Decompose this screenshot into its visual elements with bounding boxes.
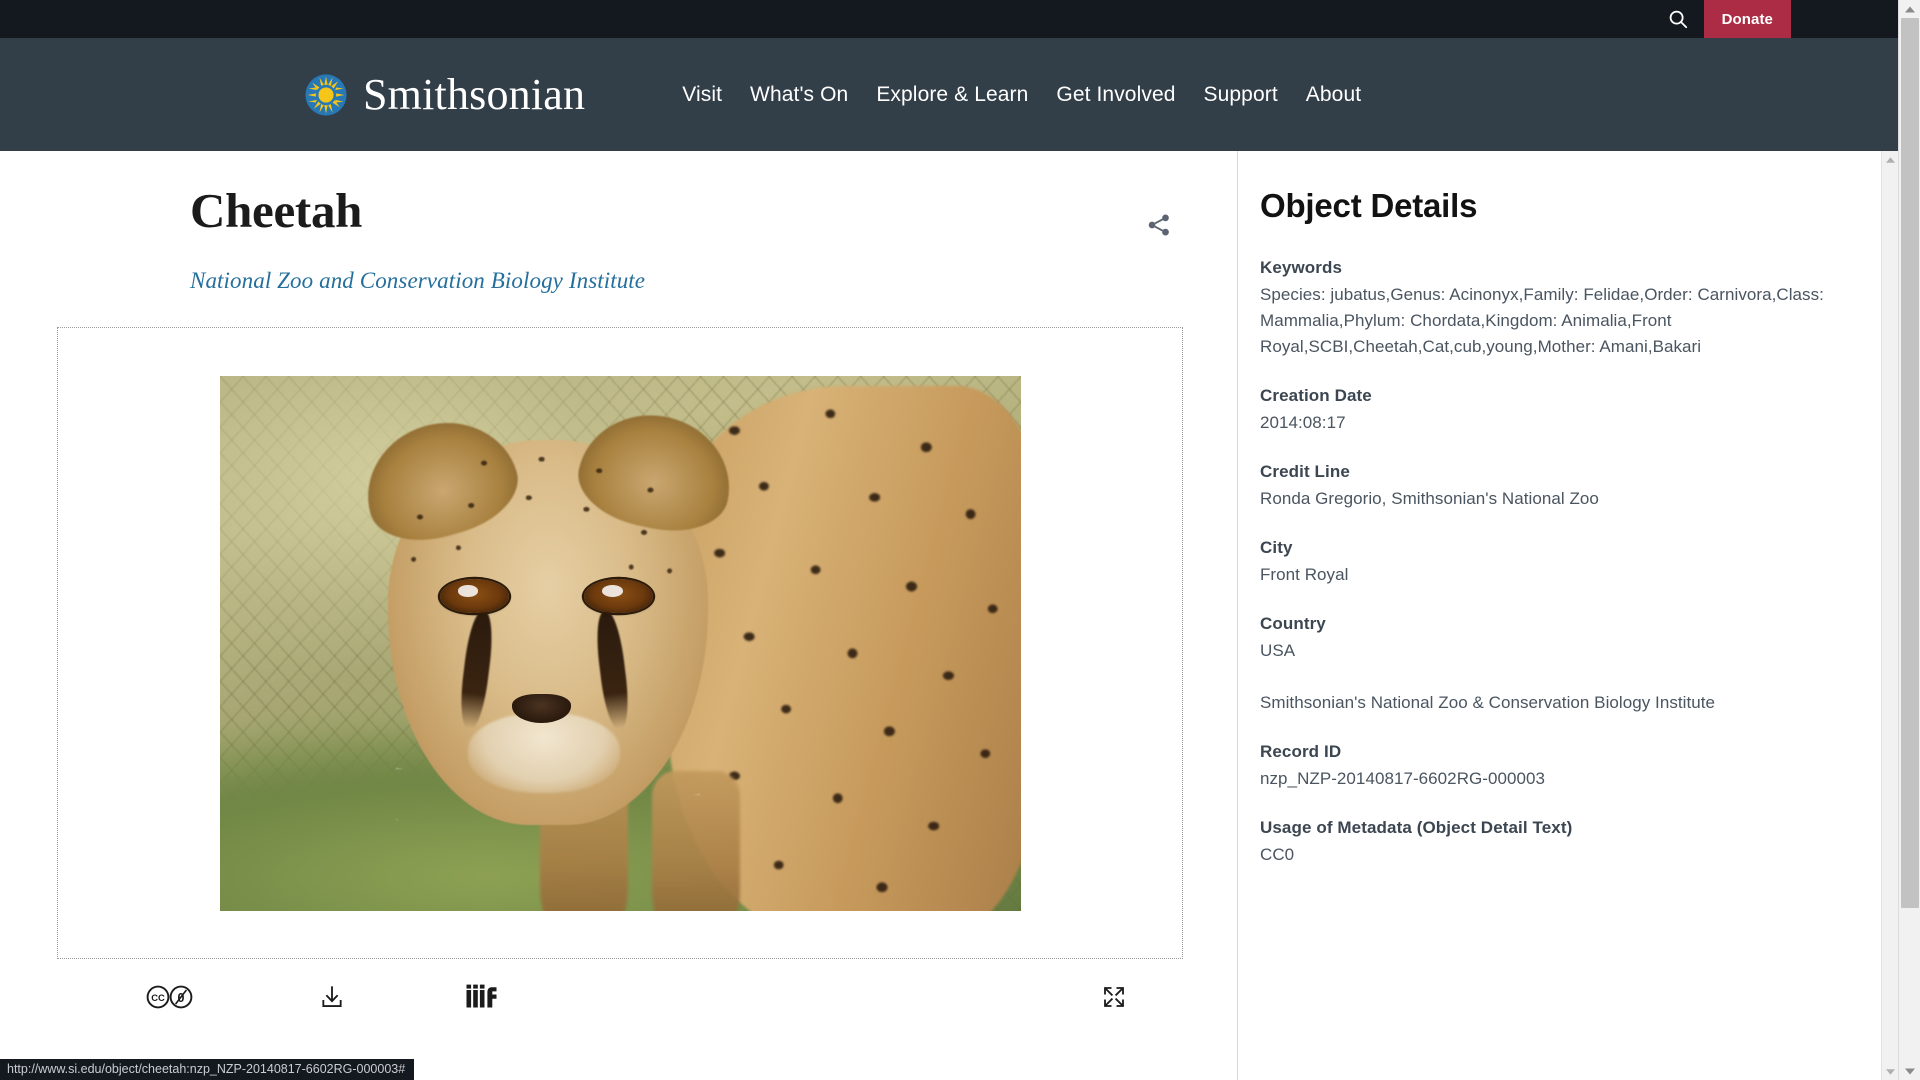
brand-wordmark: Smithsonian [363,69,586,119]
nav-item-get-involved[interactable]: Get Involved [1056,83,1175,107]
browser-status-bar: http://www.si.edu/object/cheetah:nzp_NZP… [0,1059,415,1080]
detail-field-credit-line: Credit Line Ronda Gregorio, Smithsonian'… [1260,462,1862,512]
utility-bar: Donate [0,0,1898,38]
nav-link-about[interactable]: About [1306,83,1361,106]
svg-text:CC: CC [151,992,165,1003]
detail-field-keywords: Keywords Species: jubatus,Genus: Acinony… [1260,258,1862,360]
donate-button[interactable]: Donate [1703,0,1791,38]
nav-item-whats-on[interactable]: What's On [750,83,848,107]
nav-item-support[interactable]: Support [1204,83,1278,107]
nav-item-visit[interactable]: Visit [682,83,722,107]
fullscreen-button[interactable] [1098,981,1130,1016]
browser-scrollbar-thumb[interactable] [1901,18,1919,908]
download-button[interactable] [315,980,349,1017]
object-details-panel: Object Details Keywords Species: jubatus… [1237,151,1898,1080]
detail-value: 2014:08:17 [1260,413,1346,432]
browser-scroll-down-arrow-icon[interactable] [1899,1062,1920,1080]
share-icon [1146,214,1172,241]
nav-link-whats-on[interactable]: What's On [750,83,848,106]
image-viewer[interactable] [57,327,1183,959]
smithsonian-sunburst-icon [305,73,347,116]
browser-viewport: Donate Smithsonian Visit What's On Explo… [0,0,1920,1080]
cc0-license-button[interactable]: CC 0 [142,981,198,1016]
object-collection-link[interactable]: National Zoo and Conservation Biology In… [190,268,1181,294]
title-row: Cheetah [190,151,1181,247]
page-title: Cheetah [190,183,363,238]
fullscreen-icon [1102,985,1126,1012]
detail-value: Smithsonian's National Zoo & Conservatio… [1260,693,1716,712]
detail-label: Country [1260,614,1326,633]
details-panel-title: Object Details [1260,187,1478,224]
scroll-down-arrow-icon[interactable] [1882,1063,1898,1080]
cc0-license-icon: CC 0 [146,985,194,1012]
detail-label: Keywords [1260,258,1343,277]
share-button[interactable] [1140,206,1178,247]
nav-link-support[interactable]: Support [1204,83,1278,106]
iiif-button[interactable] [462,979,502,1018]
scroll-up-arrow-icon[interactable] [1882,151,1898,168]
nav-links: Visit What's On Explore & Learn Get Invo… [682,83,1361,107]
detail-label: Creation Date [1260,386,1372,405]
smithsonian-home-link[interactable]: Smithsonian [305,69,586,119]
object-details-scroll-area[interactable]: Object Details Keywords Species: jubatus… [1260,187,1898,1080]
browser-scroll-up-arrow-icon[interactable] [1899,0,1920,18]
detail-field-data-source: Smithsonian's National Zoo & Conservatio… [1260,690,1862,716]
main-navigation: Smithsonian Visit What's On Explore & Le… [0,38,1898,151]
detail-value: Species: jubatus,Genus: Acinonyx,Family:… [1260,285,1824,356]
detail-value: CC0 [1260,845,1295,864]
browser-scrollbar[interactable] [1898,0,1920,1080]
detail-field-record-id: Record ID nzp_NZP-20140817-6602RG-000003 [1260,742,1862,792]
detail-label: Credit Line [1260,462,1350,481]
nav-link-get-involved[interactable]: Get Involved [1056,83,1175,106]
detail-label: Usage of Metadata (Object Detail Text) [1260,818,1573,837]
cheetah-right-eye [583,578,653,614]
nav-link-visit[interactable]: Visit [682,83,722,106]
detail-value: nzp_NZP-20140817-6602RG-000003 [1260,769,1546,788]
details-panel-scrollbar[interactable] [1881,151,1898,1080]
detail-label: Record ID [1260,742,1342,761]
iiif-icon [466,983,498,1014]
detail-value: Front Royal [1260,565,1349,584]
search-button[interactable] [1652,0,1704,38]
nav-link-explore-and-learn[interactable]: Explore & Learn [876,83,1028,106]
nav-item-explore-and-learn[interactable]: Explore & Learn [876,83,1028,107]
download-icon [319,984,345,1013]
detail-field-usage-of-metadata: Usage of Metadata (Object Detail Text) C… [1260,818,1862,868]
detail-field-country: Country USA [1260,614,1862,664]
detail-label: City [1260,538,1293,557]
cheetah-left-eye [439,578,509,614]
cheetah-whiskers [395,728,701,847]
viewer-toolbar: CC 0 [57,959,1183,1037]
object-main-column: Cheetah National Zoo and Conservation Bi… [0,151,1237,1080]
detail-value: USA [1260,641,1296,660]
page-content: Cheetah National Zoo and Conservation Bi… [0,151,1898,1080]
search-icon [1667,8,1689,30]
detail-value: Ronda Gregorio, Smithsonian's National Z… [1260,489,1599,508]
detail-field-city: City Front Royal [1260,538,1862,588]
detail-field-creation-date: Creation Date 2014:08:17 [1260,386,1862,436]
nav-item-about[interactable]: About [1306,83,1361,107]
object-image[interactable] [219,375,1021,911]
